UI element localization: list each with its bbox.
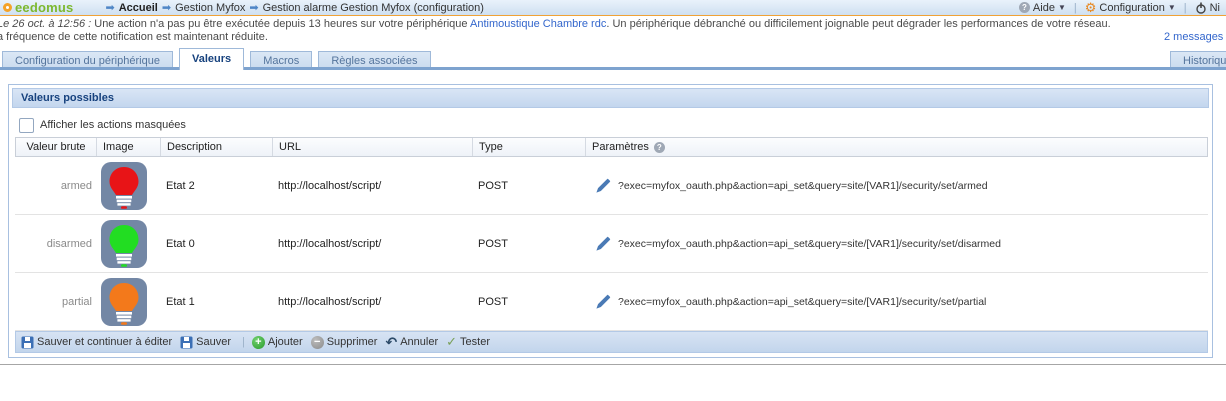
value-image-tile[interactable]: [101, 162, 147, 210]
header-parametres: Paramètres ?: [586, 138, 1207, 156]
value-image-tile[interactable]: [101, 278, 147, 326]
edit-pencil-icon[interactable]: [595, 235, 612, 252]
bulb-icon: [101, 278, 147, 326]
value-url: http://localhost/script/: [272, 296, 472, 308]
header-type: Type: [473, 138, 586, 156]
values-panel: Valeurs possibles Afficher les actions m…: [8, 84, 1213, 358]
breadcrumb-arrow-icon: ➡: [162, 1, 171, 14]
breadcrumb-accueil[interactable]: Accueil: [119, 2, 158, 14]
test-button[interactable]: ✓ Tester: [446, 334, 490, 350]
value-url: http://localhost/script/: [272, 238, 472, 250]
value-description: Etat 0: [160, 238, 272, 250]
value-params: ?exec=myfox_oauth.php&action=api_set&que…: [618, 238, 1001, 250]
breadcrumb-gestion-alarme[interactable]: Gestion alarme Gestion Myfox (configurat…: [263, 2, 484, 14]
table-header-row: Valeur brute Image Description URL Type …: [15, 137, 1208, 157]
save-button[interactable]: Sauver: [180, 336, 231, 349]
edit-pencil-icon[interactable]: [595, 177, 612, 194]
bulb-icon: [101, 162, 147, 210]
table-row-armed: armed Etat 2 http://localhost/script/ PO…: [15, 157, 1208, 215]
divider: |: [242, 336, 245, 348]
configuration-menu[interactable]: ⚙ Configuration ▼: [1085, 2, 1176, 14]
header-url: URL: [273, 138, 473, 156]
value-image-tile[interactable]: [101, 220, 147, 268]
value-url: http://localhost/script/: [272, 180, 472, 192]
header-description: Description: [161, 138, 273, 156]
breadcrumb-arrow-icon: ➡: [249, 1, 258, 14]
bulb-icon: [101, 220, 147, 268]
table-row-disarmed: disarmed Etat 0 http://localhost/script/…: [15, 215, 1208, 273]
value-description: Etat 1: [160, 296, 272, 308]
panel-title: Valeurs possibles: [12, 88, 1209, 108]
eedomus-logo[interactable]: eedomus: [3, 0, 73, 15]
messages-link[interactable]: 2 messages non lus: [1164, 31, 1226, 43]
values-table: Valeur brute Image Description URL Type …: [15, 137, 1208, 331]
value-description: Etat 2: [160, 180, 272, 192]
top-bar: eedomus ➡ Accueil ➡ Gestion Myfox ➡ Gest…: [0, 0, 1226, 16]
tab-bar: Configuration du périphérique Valeurs Ma…: [0, 48, 1226, 70]
delete-button[interactable]: − Supprimer: [311, 336, 378, 349]
edit-pencil-icon[interactable]: [595, 293, 612, 310]
value-type: POST: [472, 180, 585, 192]
help-icon: ?: [1019, 2, 1030, 13]
plus-icon: +: [252, 336, 265, 349]
notification-line-1: Le 26 oct. à 12:56 : Une action n'a pas …: [0, 18, 1226, 31]
notification-banner: Le 26 oct. à 12:56 : Une action n'a pas …: [0, 16, 1226, 44]
tab-valeurs[interactable]: Valeurs: [179, 48, 244, 70]
device-link[interactable]: Antimoustique Chambre rdc: [470, 18, 606, 30]
value-type: POST: [472, 296, 585, 308]
chevron-down-icon: ▼: [1058, 3, 1066, 12]
divider: |: [1184, 2, 1187, 14]
actions-toolbar: Sauver et continuer à éditer Sauver | + …: [15, 331, 1208, 353]
logo-icon: [3, 3, 12, 12]
page-divider: [0, 364, 1226, 365]
masked-actions-row: Afficher les actions masquées: [9, 111, 1212, 135]
save-icon: [21, 336, 34, 349]
breadcrumb-arrow-icon: ➡: [105, 1, 114, 14]
header-image: Image: [97, 138, 161, 156]
raw-value: partial: [15, 296, 96, 308]
minus-icon: −: [311, 336, 324, 349]
save-icon: [180, 336, 193, 349]
header-valeur-brute: Valeur brute: [16, 138, 97, 156]
raw-value: armed: [15, 180, 96, 192]
power-user-menu[interactable]: Ni: [1195, 2, 1220, 14]
checkbox-label: Afficher les actions masquées: [40, 119, 186, 131]
value-type: POST: [472, 238, 585, 250]
value-params: ?exec=myfox_oauth.php&action=api_set&que…: [618, 180, 988, 192]
chevron-down-icon: ▼: [1168, 3, 1176, 12]
divider: |: [1074, 2, 1077, 14]
breadcrumb-gestion-myfox[interactable]: Gestion Myfox: [175, 2, 245, 14]
power-icon: [1195, 2, 1207, 14]
logo-text: eedomus: [15, 0, 73, 15]
help-menu[interactable]: ? Aide ▼: [1019, 2, 1066, 14]
undo-icon: ↶: [385, 336, 397, 349]
add-button[interactable]: + Ajouter: [252, 336, 303, 349]
raw-value: disarmed: [15, 238, 96, 250]
gear-icon: ⚙: [1085, 2, 1097, 13]
save-and-continue-button[interactable]: Sauver et continuer à éditer: [21, 336, 172, 349]
parametres-help-icon[interactable]: ?: [654, 142, 665, 153]
value-params: ?exec=myfox_oauth.php&action=api_set&que…: [618, 296, 986, 308]
show-masked-actions-checkbox[interactable]: [19, 118, 34, 133]
table-row-partial: partial Etat 1 http://localhost/script/ …: [15, 273, 1208, 331]
cancel-button[interactable]: ↶ Annuler: [385, 336, 438, 349]
check-icon: ✓: [446, 334, 457, 350]
notification-date: Le 26 oct. à 12:56 :: [0, 18, 91, 30]
notification-line-2: a fréquence de cette notification est ma…: [0, 31, 1226, 44]
